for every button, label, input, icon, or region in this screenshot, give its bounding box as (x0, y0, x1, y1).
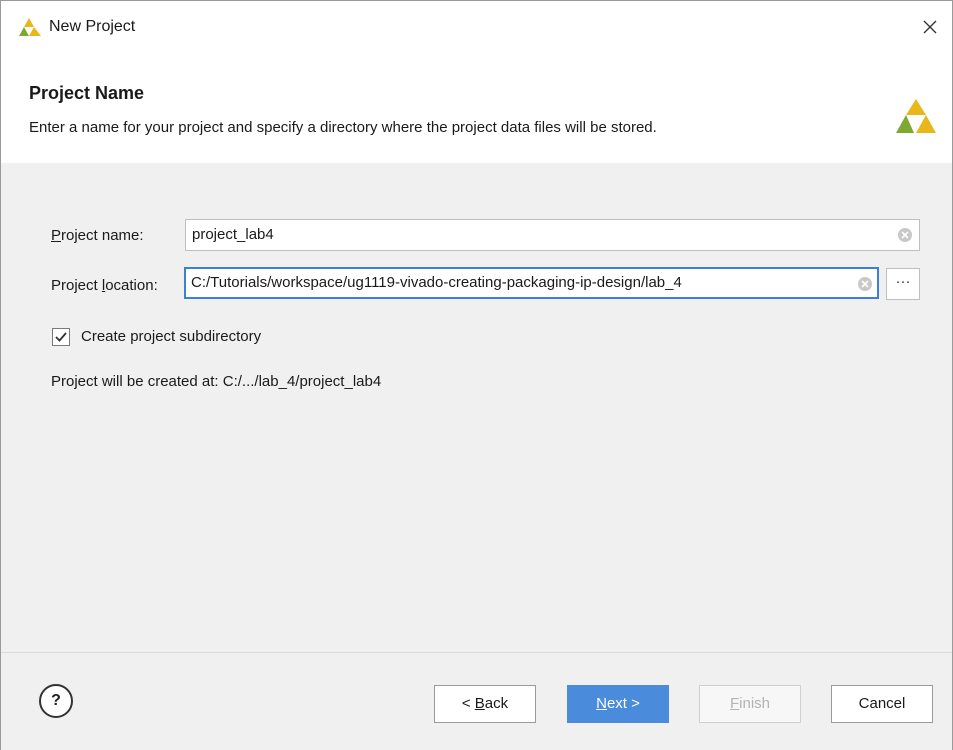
cancel-button[interactable]: Cancel (831, 685, 933, 723)
next-button[interactable]: Next > (567, 685, 669, 723)
clear-icon[interactable] (897, 227, 913, 243)
back-button[interactable]: < Back (434, 685, 536, 723)
wizard-header: Project Name Enter a name for your proje… (1, 57, 952, 163)
close-icon (923, 20, 937, 34)
project-name-label: Project name: (51, 227, 144, 244)
page-title: Project Name (29, 83, 145, 103)
project-location-label: Project location: (51, 277, 158, 294)
project-name-input[interactable]: project_lab4 (185, 219, 920, 251)
vivado-logo-icon (19, 18, 41, 36)
create-subdirectory-checkbox[interactable] (52, 328, 70, 346)
project-name-label-text: roject name: (61, 227, 144, 244)
browse-button[interactable]: ··· (886, 268, 920, 300)
window-title: New Project (49, 18, 136, 35)
close-button[interactable] (916, 13, 944, 41)
project-location-label-text: Project (51, 277, 102, 294)
create-subdirectory-label[interactable]: Create project subdirectory (81, 328, 261, 345)
help-button[interactable]: ? (39, 684, 73, 718)
vivado-logo-icon (896, 99, 936, 133)
title-bar: New Project (1, 1, 952, 57)
wizard-content: Project name: project_lab4 Project locat… (1, 163, 952, 652)
project-location-input[interactable]: C:/Tutorials/workspace/ug1119-vivado-cre… (184, 267, 879, 299)
wizard-footer: ? < Back Next > Finish Cancel (1, 652, 952, 750)
page-description: Enter a name for your project and specif… (29, 119, 657, 136)
checkmark-icon (55, 332, 67, 342)
new-project-dialog: New Project Project Name Enter a name fo… (0, 0, 953, 750)
finish-button[interactable]: Finish (699, 685, 801, 723)
project-created-at-text: Project will be created at: C:/.../lab_4… (51, 373, 382, 390)
clear-icon[interactable] (857, 276, 873, 292)
